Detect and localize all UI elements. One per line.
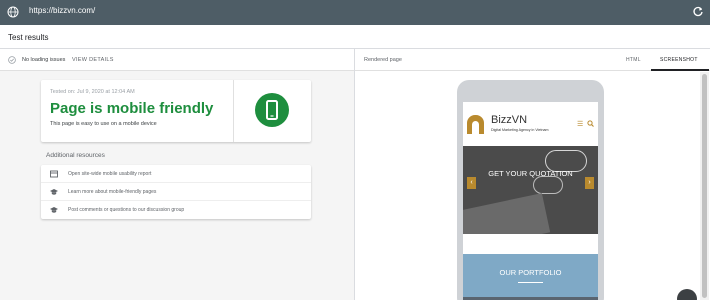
smartphone-icon [266, 100, 278, 120]
rendered-screenshot: BizzVN Digital Marketing Agency in Vietn… [463, 102, 598, 300]
result-headline: Page is mobile friendly [50, 100, 214, 117]
resource-label: Learn more about mobile-friendly pages [68, 189, 157, 195]
graduation-cap-icon [50, 189, 58, 195]
view-details-link[interactable]: VIEW DETAILS [72, 57, 114, 63]
rendered-page-toolbar: Rendered page HTML SCREENSHOT [355, 49, 710, 71]
globe-icon [7, 6, 19, 18]
rendered-page-pane: Rendered page HTML SCREENSHOT BizzVN Dig… [355, 49, 710, 300]
refresh-icon[interactable] [692, 6, 704, 18]
phone-frame: BizzVN Digital Marketing Agency in Vietn… [457, 80, 604, 300]
mobile-device-badge [255, 93, 289, 127]
browser-address-bar: https://bizzvn.com/ [0, 0, 710, 25]
results-pane: No loading issues VIEW DETAILS Tested on… [0, 49, 355, 300]
test-results-header: Test results [0, 25, 710, 49]
hamburger-menu-icon: ☰ [577, 121, 584, 128]
site-name: BizzVN [491, 114, 528, 126]
rendered-page-label: Rendered page [364, 57, 402, 63]
page-title: Test results [8, 33, 49, 42]
portfolio-underline [518, 282, 543, 283]
tab-html[interactable]: HTML [626, 57, 641, 63]
slider-next-icon: › [585, 177, 594, 189]
resource-discussion-group[interactable]: Post comments or questions to our discus… [41, 201, 311, 219]
slider-caption: GET YOUR QUOTATION [488, 169, 573, 178]
loading-status-bar: No loading issues VIEW DETAILS [0, 49, 354, 71]
resource-learn-more[interactable]: Learn more about mobile-friendly pages [41, 183, 311, 201]
search-icon [587, 120, 594, 127]
scrollbar-thumb[interactable] [702, 74, 707, 298]
hero-slider: GET YOUR QUOTATION ‹ › [463, 146, 598, 234]
slider-prev-icon: ‹ [467, 177, 476, 189]
additional-resources-title: Additional resources [46, 152, 105, 159]
additional-resources-list: Open site-wide mobile usability report L… [41, 165, 311, 219]
report-icon [50, 170, 58, 178]
loading-status-text: No loading issues [22, 57, 66, 63]
site-tagline: Digital Marketing Agency in Vietnam [491, 128, 549, 132]
tablet-graphic [463, 193, 551, 234]
scrollbar[interactable] [700, 72, 709, 300]
resource-label: Post comments or questions to our discus… [68, 207, 185, 213]
card-divider [233, 80, 234, 142]
tab-screenshot[interactable]: SCREENSHOT [660, 57, 698, 63]
tested-timestamp: Tested on: Jul 9, 2020 at 12:04 AM [50, 89, 135, 95]
portfolio-title: OUR PORTFOLIO [499, 268, 562, 277]
result-description: This page is easy to use on a mobile dev… [50, 121, 157, 127]
site-logo [467, 115, 484, 134]
graduation-cap-icon [50, 207, 58, 213]
mobile-friendly-card: Tested on: Jul 9, 2020 at 12:04 AM Page … [41, 80, 311, 142]
portfolio-section: OUR PORTFOLIO [463, 254, 598, 300]
cloud-graphic [533, 176, 563, 194]
resource-label: Open site-wide mobile usability report [68, 171, 152, 177]
check-circle-icon [8, 56, 16, 64]
url-text[interactable]: https://bizzvn.com/ [29, 6, 95, 15]
active-tab-indicator [651, 69, 709, 71]
resource-usability-report[interactable]: Open site-wide mobile usability report [41, 165, 311, 183]
